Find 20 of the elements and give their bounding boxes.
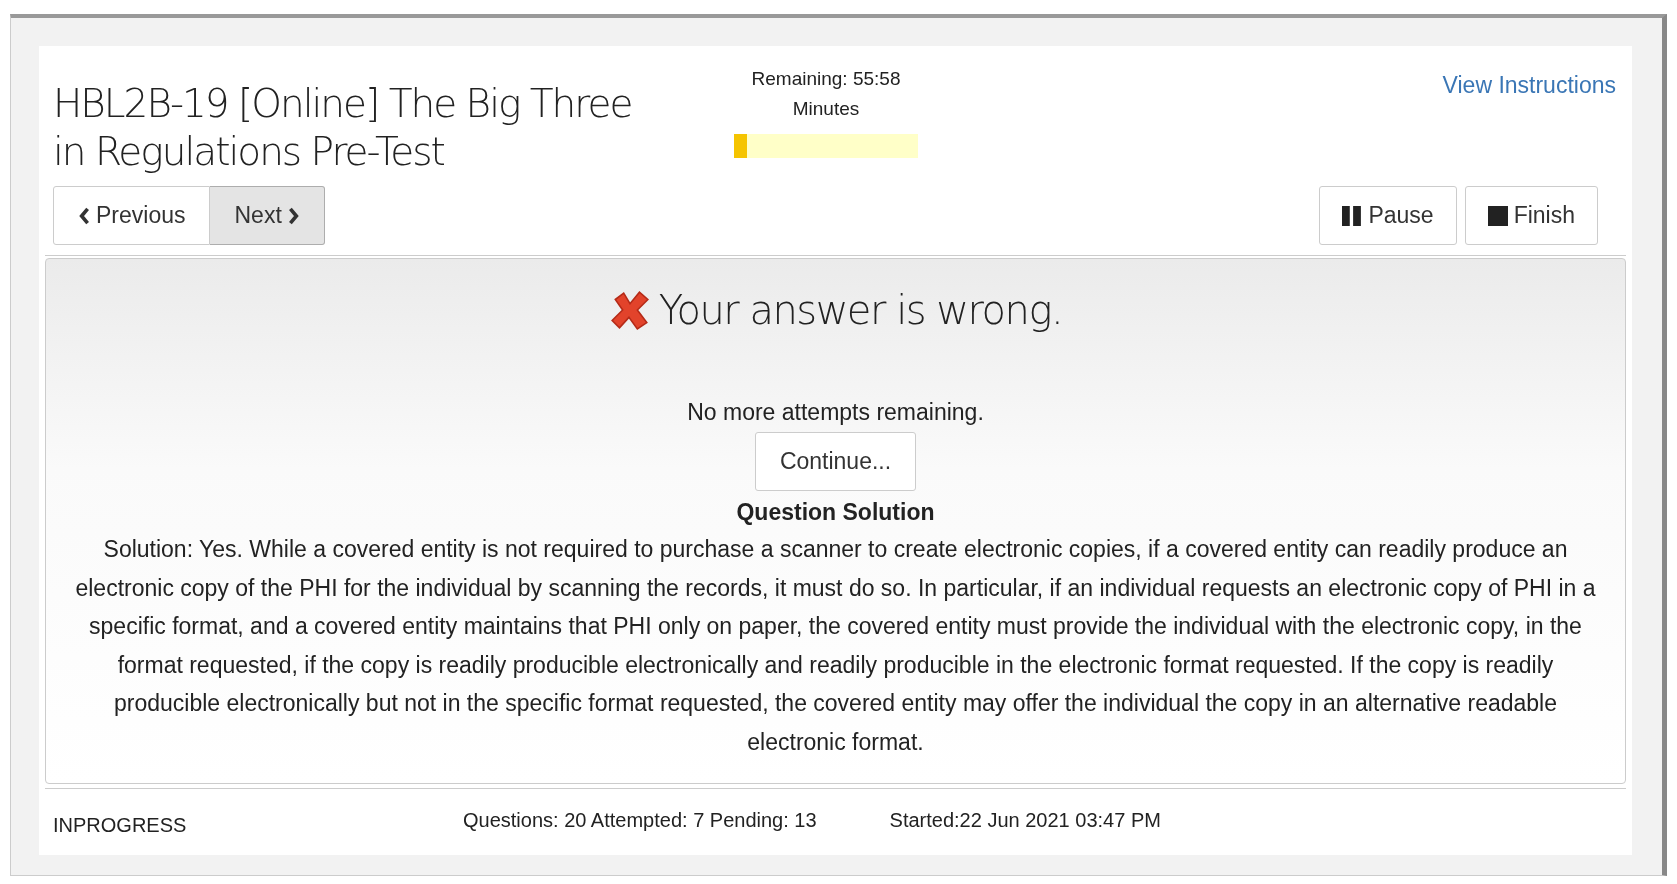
previous-button[interactable]: Previous [53, 186, 211, 245]
start-time: Started:22 Jun 2021 03:47 PM [889, 808, 1161, 833]
question-counts: Questions: 20 Attempted: 7 Pending: 13 [463, 808, 817, 833]
attempts-message: No more attempts remaining. [687, 399, 984, 426]
chevron-right-icon [287, 205, 300, 226]
next-button[interactable]: Next [210, 186, 325, 245]
status-label: INPROGRESS [53, 812, 188, 837]
quiz-title: HBL2B-19 [Online] The Big Three in Regulations Pre-Test [53, 80, 633, 176]
solution-heading: Question Solution [736, 499, 935, 526]
pause-icon [1342, 205, 1363, 226]
pause-button[interactable]: Pause [1319, 186, 1457, 245]
finish-button[interactable]: Finish [1464, 186, 1598, 245]
continue-button[interactable]: Continue... [754, 432, 917, 491]
chevron-left-icon [78, 205, 90, 226]
time-unit: Minutes [792, 97, 860, 121]
remaining-time: Remaining: 55:58 [751, 67, 901, 91]
stop-icon [1487, 205, 1508, 226]
view-instructions-link[interactable]: View Instructions [1442, 72, 1616, 99]
result-heading: Your answer is wrong. [658, 287, 1063, 333]
solution-text: Solution: Yes. While a covered entity is not required to purchase a scanner to create electronic copies, if a covered entity can readily produce an electronic copy of the PHI for the individual by scanning the records, it must do so. In particular, if an individual requests an electronic copy of PHI in a specific format, and a covered entity maintains that PHI only on paper, the covered entity must provide the individual with the electronic copy, in the format requested, if the copy is readily producible electronically and readily producible in the electronic format requested. If the copy is readily producible electronically but not in the specific format requested, the covered entity may offer the individual the copy in an alternative readable electronic format. [74, 535, 1597, 757]
